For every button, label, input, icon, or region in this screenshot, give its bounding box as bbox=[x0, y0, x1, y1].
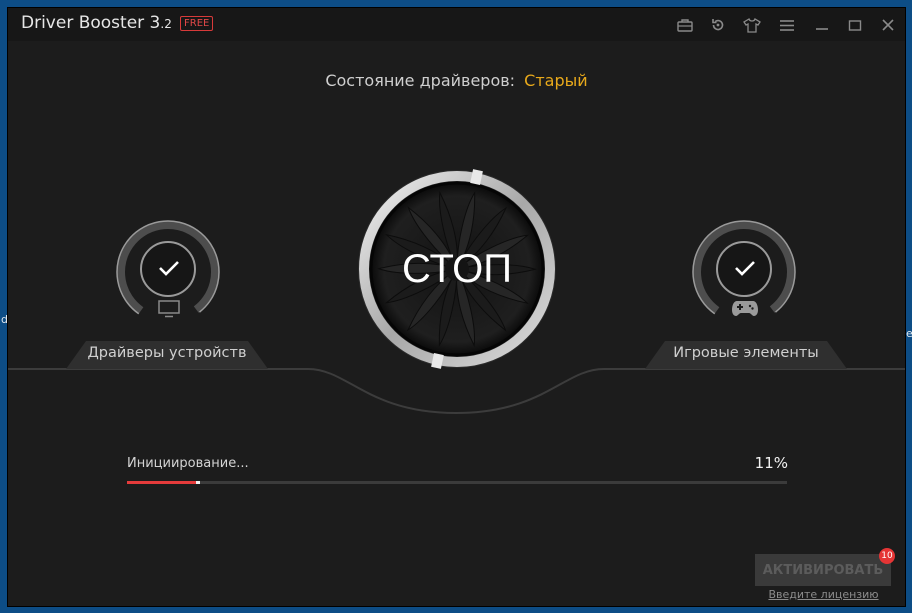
desktop-edge-text-left: d bbox=[1, 313, 8, 326]
enter-license-link[interactable]: Введите лицензию bbox=[748, 588, 899, 601]
desktop-edge-text-right: e bbox=[906, 327, 912, 340]
notification-badge: 10 bbox=[879, 548, 895, 564]
gamepad-icon bbox=[732, 301, 758, 316]
stop-button[interactable]: СТОП bbox=[356, 168, 558, 370]
progress-marker bbox=[196, 481, 200, 484]
progress-percent: 11% bbox=[754, 454, 788, 472]
activate-button[interactable]: АКТИВИРОВАТЬ bbox=[755, 554, 891, 586]
progress-fill bbox=[127, 481, 196, 484]
check-icon bbox=[735, 261, 755, 276]
progress-label: Инициирование... bbox=[127, 456, 249, 471]
game-components-label[interactable]: Игровые элементы bbox=[665, 345, 827, 361]
device-drivers-label[interactable]: Драйверы устройств bbox=[86, 345, 248, 361]
monitor-icon bbox=[158, 300, 180, 318]
progress-bar bbox=[127, 481, 787, 484]
check-icon bbox=[159, 261, 179, 276]
app-window: Driver Booster 3.2 FREE Состояние драйве… bbox=[8, 8, 905, 606]
